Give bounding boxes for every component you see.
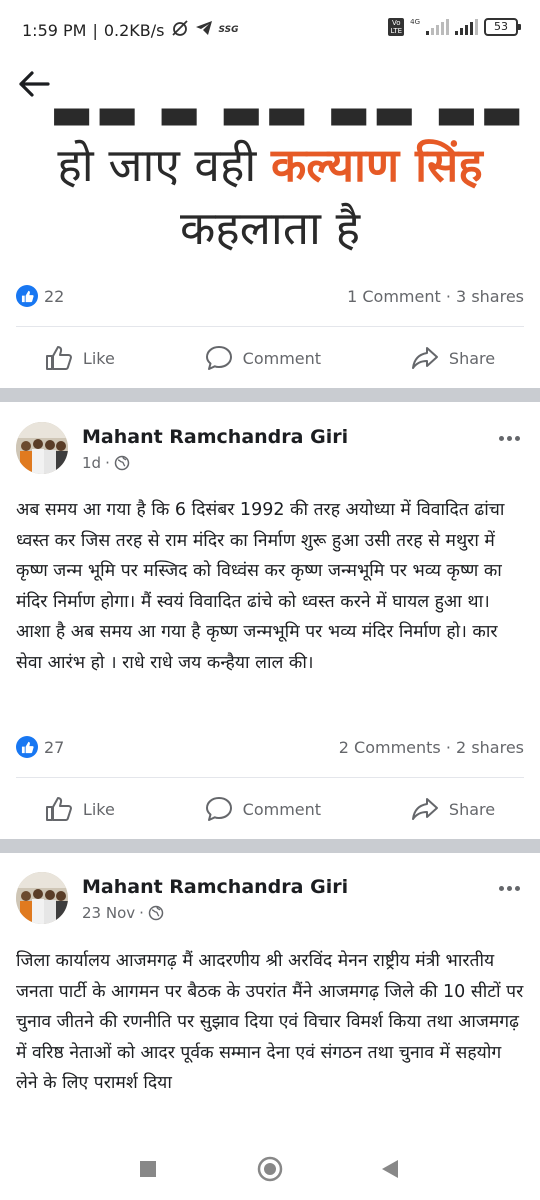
recents-button[interactable] <box>128 1152 168 1186</box>
post2-header: Mahant Ramchandra Giri 1d · <box>16 422 524 478</box>
share-icon <box>411 347 438 369</box>
divider <box>16 777 524 778</box>
share-label: Share <box>448 348 496 368</box>
divider <box>16 326 524 327</box>
like-icon <box>45 346 72 370</box>
like-label: Like <box>82 348 115 368</box>
status-time: 1:59 PM <box>22 20 87 40</box>
network-speed: 0.2KB/s <box>103 20 165 40</box>
post2-text: अब समय आ गया है कि 6 दिसंबर 1992 की तरह … <box>16 500 505 673</box>
post2-stats: 27 2 Comments · 2 shares <box>16 733 524 761</box>
back-nav-button[interactable] <box>370 1152 410 1186</box>
avatar[interactable] <box>16 872 68 924</box>
shares-count: 2 shares <box>456 737 524 757</box>
volte-icon: Vo LTE <box>388 18 405 36</box>
share-button[interactable]: Share <box>399 790 507 828</box>
comment-button[interactable]: Comment <box>193 790 333 828</box>
back-button[interactable] <box>12 64 56 104</box>
more-options-button[interactable] <box>494 428 524 448</box>
status-bar: 1:59 PM | 0.2KB/s SSG Vo LTE 4G 53 <box>0 0 540 58</box>
comment-button[interactable]: Comment <box>193 339 333 377</box>
post-time: 1d <box>82 454 102 472</box>
more-icon <box>498 435 504 441</box>
more-icon <box>498 885 504 891</box>
square-icon <box>140 1161 156 1177</box>
post-separator <box>0 388 540 402</box>
comments-count: 2 Comments <box>338 737 441 757</box>
battery-icon: 53 <box>484 18 521 36</box>
reactions[interactable]: 22 <box>16 285 64 307</box>
likes-count: 27 <box>44 737 65 757</box>
image-text-line2: कहलाता है <box>179 201 361 255</box>
post1-actions: Like Comment Share <box>0 334 540 382</box>
home-button[interactable] <box>250 1152 290 1186</box>
image-text-line1: हो जाए वही कल्याण सिंह <box>57 138 483 192</box>
likes-count: 22 <box>44 286 65 306</box>
post-meta: 1d · <box>82 454 130 472</box>
author-name[interactable]: Mahant Ramchandra Giri <box>82 876 348 898</box>
post3-text: जिला कार्यालय आजमगढ़ मैं आदरणीय श्री अरव… <box>16 951 524 1093</box>
reactions[interactable]: 27 <box>16 736 64 758</box>
like-button[interactable]: Like <box>33 339 127 377</box>
comment-label: Comment <box>242 799 322 819</box>
post-meta: 23 Nov · <box>82 904 164 922</box>
share-label: Share <box>448 799 496 819</box>
comment-icon <box>205 346 232 370</box>
comments-count: 1 Comment <box>347 286 441 306</box>
post2-actions: Like Comment Share <box>0 785 540 833</box>
author-name[interactable]: Mahant Ramchandra Giri <box>82 426 348 448</box>
triangle-back-icon <box>382 1160 398 1178</box>
no-alarm-icon <box>171 20 189 40</box>
comments-shares[interactable]: 2 Comments · 2 shares <box>339 738 524 757</box>
comments-shares[interactable]: 1 Comment · 3 shares <box>347 287 524 306</box>
network-type: 4G <box>410 18 420 26</box>
post3-header: Mahant Ramchandra Giri 23 Nov · <box>16 872 524 928</box>
system-nav-bar <box>0 1138 540 1200</box>
like-button[interactable]: Like <box>33 790 127 828</box>
post-image[interactable]: ▬▬ ▬ ▬▬ ▬▬ ▬▬ ▬▬ हो जाए वही कल्याण सिंह … <box>0 108 540 268</box>
more-options-button[interactable] <box>494 878 524 898</box>
like-reaction-icon <box>16 736 38 758</box>
signal-icon-2 <box>455 19 478 35</box>
share-icon <box>411 798 438 820</box>
arrow-left-icon <box>19 71 50 97</box>
telegram-icon <box>195 20 213 40</box>
home-circle-icon <box>257 1156 283 1182</box>
post-time: 23 Nov <box>82 904 136 922</box>
shares-count: 3 shares <box>456 286 524 306</box>
signal-icon-1 <box>426 19 449 35</box>
globe-icon <box>114 455 130 471</box>
globe-icon <box>148 905 164 921</box>
comment-icon <box>205 797 232 821</box>
avatar[interactable] <box>16 422 68 474</box>
top-nav <box>0 58 540 108</box>
share-button[interactable]: Share <box>399 339 507 377</box>
image-highlight-text: कल्याण सिंह <box>270 138 483 192</box>
status-right: Vo LTE 4G 53 <box>388 18 521 36</box>
post-separator <box>0 839 540 853</box>
like-reaction-icon <box>16 285 38 307</box>
status-left: 1:59 PM | 0.2KB/s SSG <box>22 20 239 40</box>
ssg-label: SSG <box>218 25 239 35</box>
like-icon <box>45 797 72 821</box>
like-label: Like <box>82 799 115 819</box>
comment-label: Comment <box>242 348 322 368</box>
post1-stats: 22 1 Comment · 3 shares <box>16 282 524 310</box>
